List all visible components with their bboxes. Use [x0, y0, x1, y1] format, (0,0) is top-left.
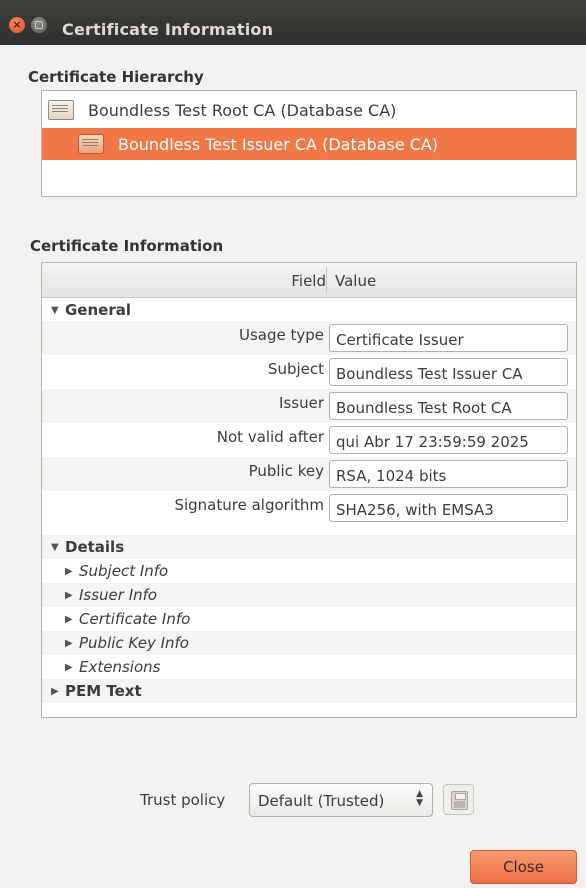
column-header-value[interactable]: Value: [335, 272, 376, 290]
details-item-issuer-info[interactable]: ▶ Issuer Info: [42, 583, 576, 607]
details-item-extensions[interactable]: ▶ Extensions: [42, 655, 576, 679]
details-item-label: Issuer Info: [79, 586, 158, 604]
field-row: Usage type Certificate Issuer: [42, 321, 576, 355]
field-name: Subject: [267, 360, 324, 378]
group-details[interactable]: ▼ Details: [42, 535, 576, 559]
floppy-disk-icon: [451, 791, 468, 810]
group-pem-text[interactable]: ▶ PEM Text: [42, 679, 576, 703]
field-value[interactable]: Boundless Test Issuer CA: [329, 358, 568, 386]
collapsed-arrow-icon[interactable]: ▶: [65, 662, 77, 673]
field-value[interactable]: RSA, 1024 bits: [329, 460, 568, 488]
details-item-label: Public Key Info: [79, 634, 189, 652]
field-row: Public key RSA, 1024 bits: [42, 457, 576, 491]
field-value[interactable]: SHA256, with EMSA3: [329, 494, 568, 522]
certificate-icon: [48, 100, 74, 120]
details-item-label: Certificate Info: [79, 610, 191, 628]
close-button[interactable]: Close: [470, 850, 577, 884]
collapsed-arrow-icon[interactable]: ▶: [65, 566, 77, 577]
trust-policy-label: Trust policy: [140, 791, 226, 809]
field-name: Public key: [248, 462, 324, 480]
column-header-field[interactable]: Field: [291, 272, 326, 290]
hierarchy-item-label: Boundless Test Root CA (Database CA): [88, 100, 397, 120]
collapsed-arrow-icon[interactable]: ▶: [51, 686, 63, 697]
hierarchy-item-root[interactable]: Boundless Test Root CA (Database CA): [42, 94, 576, 126]
tree-header: Field Value: [42, 263, 576, 298]
field-name: Usage type: [238, 326, 324, 344]
field-row: Signature algorithm SHA256, with EMSA3: [42, 491, 576, 525]
details-item-label: Subject Info: [79, 562, 169, 580]
hierarchy-heading: Certificate Hierarchy: [28, 68, 204, 86]
save-trust-policy-button[interactable]: [443, 784, 474, 815]
certificate-info-tree[interactable]: Field Value ▼ General Usage type Certifi…: [41, 262, 577, 718]
details-item-subject-info[interactable]: ▶ Subject Info: [42, 559, 576, 583]
field-row: Issuer Boundless Test Root CA: [42, 389, 576, 423]
window-minimize-icon[interactable]: [31, 17, 47, 33]
details-item-label: Extensions: [79, 658, 161, 676]
field-name: Issuer: [279, 394, 324, 412]
collapsed-arrow-icon[interactable]: ▶: [65, 614, 77, 625]
group-label: Details: [65, 538, 125, 556]
field-row: Subject Boundless Test Issuer CA: [42, 355, 576, 389]
field-row: Not valid after qui Abr 17 23:59:59 2025: [42, 423, 576, 457]
field-value[interactable]: Boundless Test Root CA: [329, 392, 568, 420]
certificate-hierarchy-tree[interactable]: Boundless Test Root CA (Database CA) Bou…: [41, 90, 577, 197]
group-general[interactable]: ▼ General: [42, 298, 576, 322]
field-name: Signature algorithm: [174, 496, 324, 514]
certificate-icon: [78, 134, 104, 154]
details-item-public-key-info[interactable]: ▶ Public Key Info: [42, 631, 576, 655]
spinner-arrows-icon: ▲ ▼: [416, 789, 423, 808]
group-label: PEM Text: [65, 682, 142, 700]
group-label: General: [65, 301, 131, 319]
hierarchy-item-label: Boundless Test Issuer CA (Database CA): [118, 134, 439, 154]
title-bar: × Certificate Information: [0, 0, 586, 45]
trust-policy-value: Default (Trusted): [258, 792, 385, 810]
expanded-arrow-icon[interactable]: ▼: [51, 305, 63, 316]
window-title: Certificate Information: [62, 20, 274, 39]
expanded-arrow-icon[interactable]: ▼: [51, 542, 63, 553]
column-divider: [326, 267, 327, 293]
info-heading: Certificate Information: [30, 237, 224, 255]
field-name: Not valid after: [216, 428, 324, 446]
field-value[interactable]: Certificate Issuer: [329, 324, 568, 352]
field-value[interactable]: qui Abr 17 23:59:59 2025: [329, 426, 568, 454]
trust-policy-select[interactable]: Default (Trusted) ▲ ▼: [249, 783, 433, 817]
hierarchy-item-issuer[interactable]: Boundless Test Issuer CA (Database CA): [42, 128, 576, 160]
details-item-certificate-info[interactable]: ▶ Certificate Info: [42, 607, 576, 631]
window-close-icon[interactable]: ×: [9, 17, 25, 33]
collapsed-arrow-icon[interactable]: ▶: [65, 638, 77, 649]
collapsed-arrow-icon[interactable]: ▶: [65, 590, 77, 601]
